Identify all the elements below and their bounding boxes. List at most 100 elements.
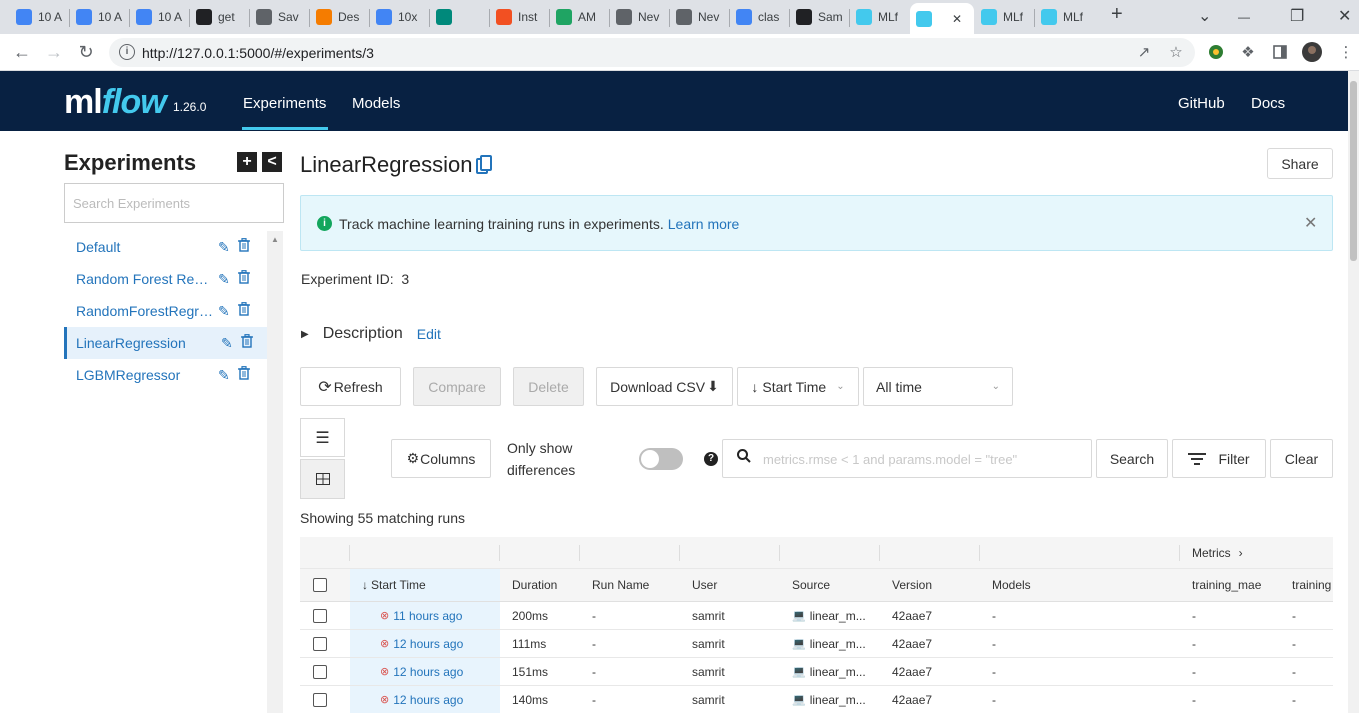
row-checkbox[interactable] <box>313 692 327 707</box>
learn-more-link[interactable]: Learn more <box>668 216 740 232</box>
header-run-name[interactable]: Run Name <box>580 569 680 601</box>
trash-icon[interactable] <box>241 334 253 351</box>
browser-tab[interactable]: MLf <box>975 3 1033 31</box>
browser-tab[interactable] <box>430 3 488 31</box>
header-user[interactable]: User <box>680 569 780 601</box>
browser-tab[interactable]: Sam <box>790 3 848 31</box>
select-all-checkbox[interactable] <box>313 578 327 592</box>
source-cell[interactable]: 💻 linear_m... <box>780 658 880 685</box>
page-scrollbar-thumb[interactable] <box>1350 81 1357 261</box>
edit-icon[interactable]: ✎ <box>218 367 230 384</box>
source-cell[interactable]: 💻 linear_m... <box>780 630 880 657</box>
browser-tab[interactable]: Inst <box>490 3 548 31</box>
collapse-sidebar-button[interactable]: < <box>262 152 282 172</box>
source-cell[interactable]: 💻 linear_m... <box>780 602 880 629</box>
site-info-icon[interactable]: i <box>119 44 135 60</box>
browser-tab[interactable]: get <box>190 3 248 31</box>
browser-tab[interactable]: 10 A <box>10 3 68 31</box>
columns-button[interactable]: ⚙ Columns <box>391 439 491 478</box>
mlflow-logo[interactable]: mlflow <box>64 83 167 122</box>
scroll-up-icon[interactable]: ▲ <box>271 235 279 244</box>
edit-icon[interactable]: ✎ <box>221 335 233 352</box>
sort-select[interactable]: ↓ Start Time ⌄ <box>737 367 859 406</box>
edit-description-link[interactable]: Edit <box>417 326 441 342</box>
help-icon[interactable]: ? <box>704 452 718 466</box>
trash-icon[interactable] <box>238 238 250 255</box>
trash-icon[interactable] <box>238 270 250 287</box>
table-view-button[interactable] <box>300 459 345 499</box>
browser-tab[interactable]: 10 A <box>130 3 188 31</box>
reload-icon[interactable]: ↻ <box>74 40 98 64</box>
browser-tab[interactable]: MLf <box>850 3 908 31</box>
source-cell[interactable]: 💻 linear_m... <box>780 686 880 713</box>
list-view-button[interactable]: ☰ <box>300 418 345 457</box>
browser-tab[interactable]: Des <box>310 3 368 31</box>
description-label[interactable]: Description <box>323 325 403 343</box>
download-csv-button[interactable]: Download CSV ⬇ <box>596 367 733 406</box>
header-training[interactable]: training <box>1280 569 1333 601</box>
run-link[interactable]: 12 hours ago <box>393 637 463 651</box>
nav-experiments[interactable]: Experiments <box>243 95 326 112</box>
browser-tab[interactable]: 10x <box>370 3 428 31</box>
browser-tab[interactable]: AM <box>550 3 608 31</box>
tab-search-icon[interactable]: ⌄ <box>1198 6 1211 26</box>
header-source[interactable]: Source <box>780 569 880 601</box>
sidebar-item-linearregression[interactable]: LinearRegression ✎ <box>64 327 267 359</box>
browser-tab[interactable]: Sav <box>250 3 308 31</box>
back-icon[interactable]: ← <box>10 40 34 64</box>
header-version[interactable]: Version <box>880 569 980 601</box>
sidebar-item-default[interactable]: Default ✎ <box>64 231 267 263</box>
table-row[interactable]: ⊗ 12 hours ago 151ms - samrit 💻 linear_m... 42a… <box>300 658 1333 686</box>
delete-button[interactable]: Delete <box>513 367 584 406</box>
edit-icon[interactable]: ✎ <box>218 303 230 320</box>
expand-triangle-icon[interactable]: ▶ <box>301 329 309 340</box>
browser-tab[interactable]: Nev <box>670 3 728 31</box>
header-models[interactable]: Models <box>980 569 1180 601</box>
time-select[interactable]: All time ⌄ <box>863 367 1013 406</box>
page-scrollbar[interactable] <box>1348 71 1359 713</box>
sidebar-item-random-forest-regressor[interactable]: Random Forest Regressor✎ <box>64 263 267 295</box>
run-search-input[interactable] <box>763 448 1083 470</box>
nav-github[interactable]: GitHub <box>1178 95 1225 112</box>
edit-icon[interactable]: ✎ <box>218 271 230 288</box>
share-button[interactable]: Share <box>1267 148 1333 179</box>
share-page-icon[interactable]: ↗ <box>1134 42 1154 62</box>
header-training-mae[interactable]: training_mae <box>1180 569 1280 601</box>
refresh-button[interactable]: ⟳ Refresh <box>300 367 401 406</box>
sidebar-item-lgbmregressor[interactable]: LGBMRegressor ✎ <box>64 359 267 391</box>
search-experiments-input[interactable] <box>64 183 284 223</box>
sidebar-scrollbar[interactable]: ▲ <box>267 231 283 713</box>
run-link[interactable]: 12 hours ago <box>393 665 463 679</box>
sidebar-item-randomforestregressor[interactable]: RandomForestRegressor✎ <box>64 295 267 327</box>
trash-icon[interactable] <box>238 302 250 319</box>
clear-button[interactable]: Clear <box>1270 439 1333 478</box>
header-start-time[interactable]: ↓ Start Time <box>350 569 500 601</box>
side-panel-icon[interactable] <box>1270 42 1290 62</box>
browser-tab[interactable]: MLf <box>1035 3 1093 31</box>
edit-icon[interactable]: ✎ <box>218 239 230 256</box>
search-button[interactable]: Search <box>1096 439 1168 478</box>
browser-menu-icon[interactable]: ⋮ <box>1336 42 1356 62</box>
extension-globe-icon[interactable] <box>1206 42 1226 62</box>
close-tab-icon[interactable]: ✕ <box>952 12 962 26</box>
table-row[interactable]: ⊗ 12 hours ago 140ms - samrit 💻 linear_m... 42a… <box>300 686 1333 713</box>
profile-avatar[interactable] <box>1302 42 1322 62</box>
table-row[interactable]: ⊗ 11 hours ago 200ms - samrit 💻 linear_m... 42a… <box>300 602 1333 630</box>
compare-button[interactable]: Compare <box>413 367 501 406</box>
browser-tab[interactable]: ✕ <box>910 3 974 34</box>
table-row[interactable]: ⊗ 12 hours ago 111ms - samrit 💻 linear_m... 42a… <box>300 630 1333 658</box>
run-link[interactable]: 11 hours ago <box>393 609 462 623</box>
browser-tab[interactable]: Nev <box>610 3 668 31</box>
add-experiment-button[interactable]: + <box>237 152 257 172</box>
row-checkbox[interactable] <box>313 664 327 679</box>
restore-icon[interactable]: ❐ <box>1290 6 1304 26</box>
extensions-puzzle-icon[interactable]: ❖ <box>1238 42 1258 62</box>
new-tab-icon[interactable]: + <box>1111 3 1123 26</box>
row-checkbox[interactable] <box>313 608 327 623</box>
nav-models[interactable]: Models <box>352 95 400 112</box>
forward-icon[interactable]: → <box>42 40 66 64</box>
row-checkbox[interactable] <box>313 636 327 651</box>
header-duration[interactable]: Duration <box>500 569 580 601</box>
close-window-icon[interactable]: ✕ <box>1338 6 1351 26</box>
copy-icon[interactable] <box>476 155 492 175</box>
